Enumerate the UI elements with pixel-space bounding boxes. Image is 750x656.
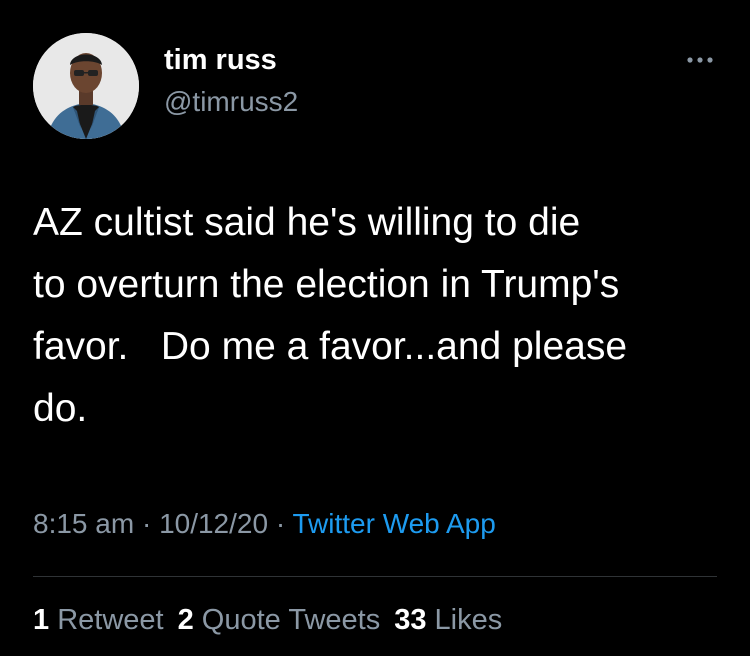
author-display-name[interactable]: tim russ	[164, 44, 277, 77]
retweets-count: 1	[33, 604, 50, 636]
tweet-date[interactable]: 10/12/20	[159, 508, 268, 539]
tweet-time[interactable]: 8:15 am	[33, 508, 134, 539]
likes-label: Likes	[434, 604, 503, 636]
tweet-source-link[interactable]: Twitter Web App	[292, 508, 495, 539]
quote-tweets-stat[interactable]: 2 Quote Tweets	[178, 604, 381, 636]
tweet-stats: 1 Retweet 2 Quote Tweets 33 Likes	[33, 604, 502, 637]
tweet-meta: 8:15 am · 10/12/20 · Twitter Web App	[33, 508, 496, 540]
likes-stat[interactable]: 33 Likes	[394, 604, 502, 636]
likes-count: 33	[394, 604, 427, 636]
retweets-label: Retweet	[57, 604, 164, 636]
quote-tweets-label: Quote Tweets	[201, 604, 381, 636]
divider	[33, 576, 717, 577]
retweets-stat[interactable]: 1 Retweet	[33, 604, 164, 636]
tweet-text: AZ cultist said he's willing to die to o…	[33, 201, 628, 430]
more-options-button[interactable]	[680, 50, 720, 70]
tweet-card: tim russ @timruss2 AZ cultist said he's …	[0, 0, 750, 656]
avatar[interactable]	[33, 33, 139, 139]
quote-tweets-count: 2	[177, 604, 194, 636]
more-horizontal-icon	[687, 57, 713, 63]
author-handle[interactable]: @timruss2	[164, 86, 298, 118]
meta-separator: ·	[268, 508, 293, 539]
meta-separator: ·	[134, 508, 160, 539]
profile-photo	[33, 33, 139, 139]
